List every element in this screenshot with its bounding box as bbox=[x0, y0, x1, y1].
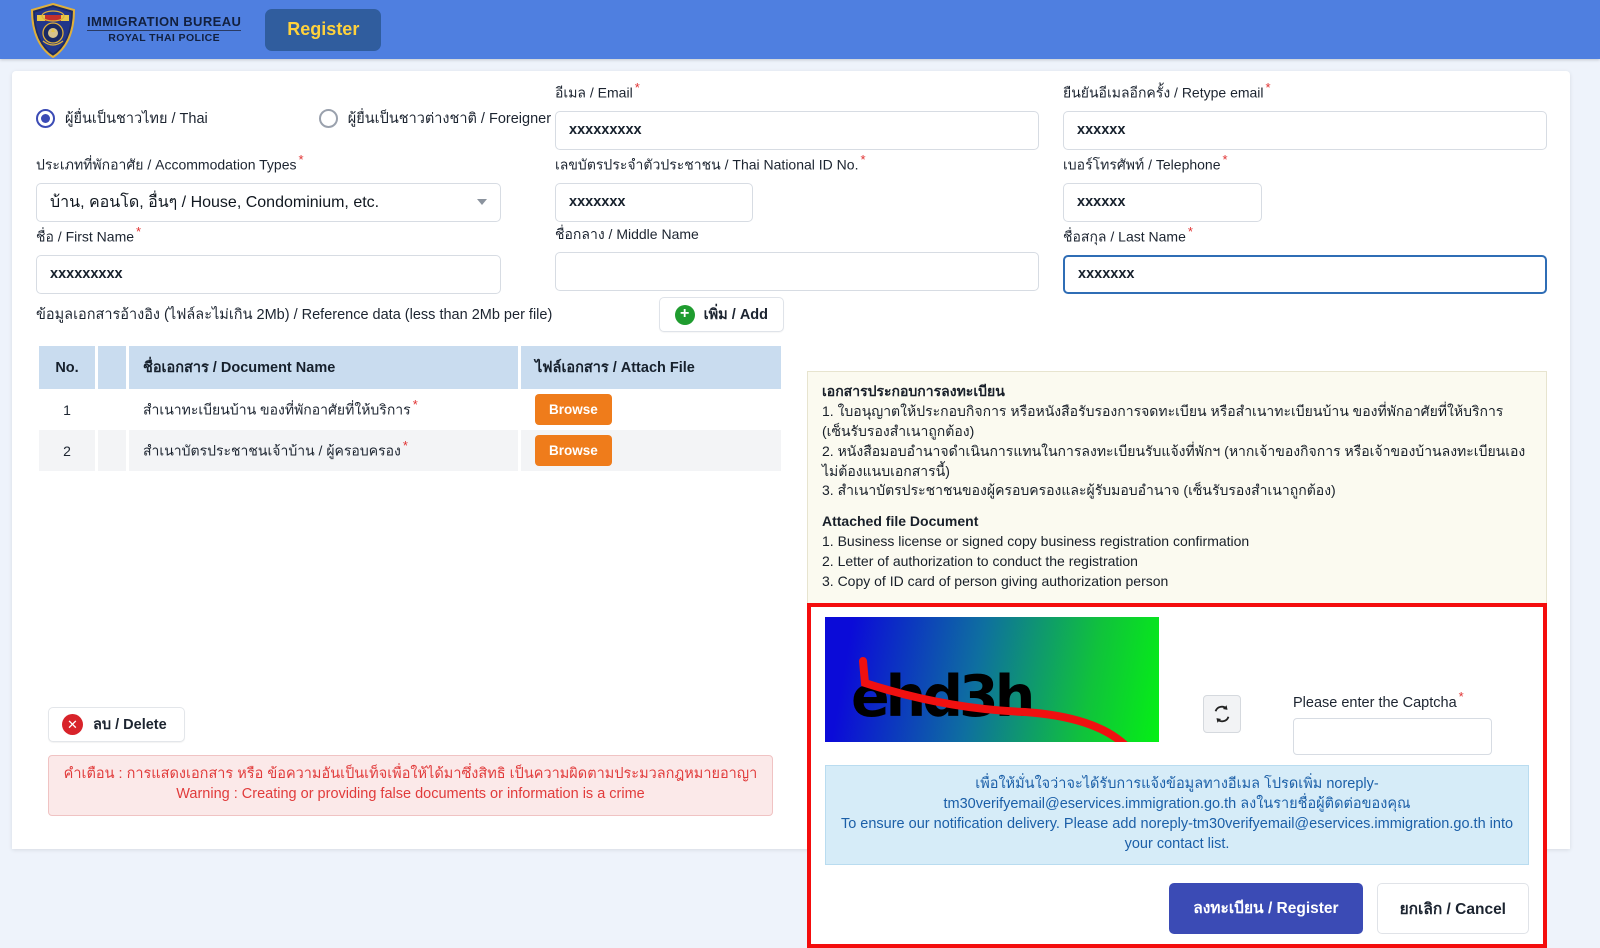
false-document-warning: คำเตือน : การแสดงเอกสาร หรือ ข้อความอันเ… bbox=[48, 755, 773, 817]
delete-button-label: ลบ / Delete bbox=[93, 717, 167, 733]
captcha-row: ehd3h Please enter the Captcha * bbox=[825, 617, 1529, 755]
table-header-row: No. ชื่อเอกสาร / Document Name ไฟล์เอกสา… bbox=[39, 346, 781, 389]
last-name-label: ชื่อสกุล / Last Name * bbox=[1063, 224, 1193, 245]
required-mark: * bbox=[298, 152, 304, 167]
table-row: 1 สำเนาทะเบียนบ้าน ของที่พักอาศัยที่ให้บ… bbox=[39, 389, 781, 430]
row-document-name: สำเนาทะเบียนบ้าน ของที่พักอาศัยที่ให้บริ… bbox=[143, 397, 418, 418]
middle-name-label: ชื่อกลาง / Middle Name bbox=[555, 226, 699, 242]
plus-circle-icon: + bbox=[674, 304, 695, 325]
reference-title: ข้อมูลเอกสารอ้างอิง (ไฟล์ละไม่เกิน 2Mb) … bbox=[36, 307, 553, 323]
col-document-name: ชื่อเอกสาร / Document Name bbox=[129, 346, 518, 389]
applicant-type-group: ผู้ยื่นเป็นชาวไทย / Thai ผู้ยื่นเป็นชาวต… bbox=[36, 95, 556, 130]
row-document-name: สำเนาบัตรประชาชนเจ้าบ้าน / ผู้ครอบครอง * bbox=[129, 430, 518, 471]
first-name-label: ชื่อ / First Name * bbox=[36, 224, 142, 245]
col-no: No. bbox=[39, 346, 95, 389]
info-english-item: 1. Business license or signed copy busin… bbox=[822, 533, 1250, 550]
radio-thai-label: ผู้ยื่นเป็นชาวไทย / Thai bbox=[65, 111, 208, 127]
browse-button[interactable]: Browse bbox=[535, 394, 612, 425]
accommodation-value: บ้าน, คอนโด, อื่นๆ / House, Condominium,… bbox=[50, 193, 380, 211]
cancel-button[interactable]: ยกเลิก / Cancel bbox=[1376, 882, 1529, 934]
retype-email-field[interactable]: xxxxxx bbox=[1063, 110, 1547, 150]
row-spacer bbox=[98, 430, 126, 471]
radio-foreigner[interactable]: ผู้ยื่นเป็นชาวต่างชาติ / Foreigner bbox=[318, 107, 552, 130]
police-crest-icon bbox=[30, 2, 76, 59]
national-id-label: เลขบัตรประจำตัวประชาชน / Thai National I… bbox=[555, 152, 866, 173]
required-mark: * bbox=[412, 397, 418, 413]
add-button-label: เพิ่ม / Add bbox=[703, 307, 768, 323]
table-row: 2 สำเนาบัตรประชาชนเจ้าบ้าน / ผู้ครอบครอง… bbox=[39, 430, 781, 471]
info-thai-item: 1. ใบอนุญาตให้ประกอบกิจการ หรือหนังสือรั… bbox=[822, 402, 1504, 439]
app-header: IMMIGRATION BUREAU ROYAL THAI POLICE Reg… bbox=[0, 0, 1600, 59]
required-mark: * bbox=[1187, 224, 1193, 239]
col-attach-file: ไฟล์เอกสาร / Attach File bbox=[521, 346, 781, 389]
radio-thai-icon bbox=[36, 109, 55, 128]
refresh-captcha-button[interactable] bbox=[1203, 695, 1241, 733]
browse-button[interactable]: Browse bbox=[535, 435, 612, 466]
add-document-button[interactable]: + เพิ่ม / Add bbox=[658, 297, 784, 332]
info-english-item: 2. Letter of authorization to conduct th… bbox=[822, 553, 1138, 569]
brand: IMMIGRATION BUREAU ROYAL THAI POLICE bbox=[30, 1, 242, 59]
form-inner: ผู้ยื่นเป็นชาวไทย / Thai ผู้ยื่นเป็นชาวต… bbox=[36, 80, 1547, 948]
required-mark: * bbox=[1265, 80, 1271, 95]
brand-line-2: ROYAL THAI POLICE bbox=[108, 32, 221, 45]
captcha-input-label: Please enter the Captcha * bbox=[1293, 689, 1464, 711]
middle-name-field[interactable] bbox=[555, 252, 1039, 291]
captcha-input-group: Please enter the Captcha * bbox=[1293, 689, 1492, 755]
x-circle-icon: ✕ bbox=[62, 714, 83, 735]
radio-foreigner-label: ผู้ยื่นเป็นชาวต่างชาติ / Foreigner bbox=[347, 111, 552, 127]
brand-text: IMMIGRATION BUREAU ROYAL THAI POLICE bbox=[87, 14, 242, 45]
row-no: 2 bbox=[39, 430, 95, 471]
radio-foreigner-icon bbox=[318, 109, 338, 128]
captcha-image: ehd3h bbox=[825, 617, 1159, 742]
first-name-field[interactable]: xxxxxxxxx bbox=[36, 254, 501, 294]
email-label: อีเมล / Email * bbox=[555, 80, 640, 101]
col-spacer bbox=[98, 346, 126, 389]
national-id-field[interactable]: xxxxxxx bbox=[555, 182, 753, 222]
row-no: 1 bbox=[63, 401, 71, 418]
info-thai-heading: เอกสารประกอบการลงทะเบียน bbox=[822, 383, 1005, 399]
documents-table: No. ชื่อเอกสาร / Document Name ไฟล์เอกสา… bbox=[36, 346, 784, 471]
captcha-input[interactable] bbox=[1293, 717, 1492, 755]
delete-button[interactable]: ✕ ลบ / Delete bbox=[48, 707, 185, 742]
email-note-english: To ensure our notification delivery. Ple… bbox=[840, 815, 1514, 852]
row-attach-cell: Browse bbox=[521, 430, 781, 471]
required-mark: * bbox=[860, 152, 866, 167]
reference-header: ข้อมูลเอกสารอ้างอิง (ไฟล์ละไม่เกิน 2Mb) … bbox=[36, 297, 784, 332]
row-attach-cell: Browse bbox=[521, 389, 781, 430]
required-mark: * bbox=[1458, 689, 1464, 704]
telephone-label: เบอร์โทรศัพท์ / Telephone * bbox=[1063, 152, 1228, 173]
info-english-item: 3. Copy of ID card of person giving auth… bbox=[822, 572, 1169, 589]
form-card: ผู้ยื่นเป็นชาวไทย / Thai ผู้ยื่นเป็นชาวต… bbox=[12, 71, 1570, 948]
retype-email-label: ยืนยันอีเมลอีกครั้ง / Retype email * bbox=[1063, 80, 1271, 101]
submit-register-button[interactable]: ลงทะเบียน / Register bbox=[1169, 882, 1363, 934]
required-documents-info: เอกสารประกอบการลงทะเบียน 1. ใบอนุญาตให้ป… bbox=[807, 371, 1547, 605]
radio-thai[interactable]: ผู้ยื่นเป็นชาวไทย / Thai bbox=[36, 107, 208, 130]
required-mark: * bbox=[1222, 152, 1228, 167]
last-name-field[interactable]: xxxxxxx bbox=[1063, 254, 1547, 294]
captcha-panel: ehd3h Please enter the Captcha * เพื่อให… bbox=[807, 603, 1547, 948]
register-tab[interactable]: Register bbox=[265, 8, 382, 51]
refresh-icon bbox=[1214, 705, 1230, 723]
accommodation-label: ประเภทที่พักอาศัย / Accommodation Types * bbox=[36, 152, 304, 173]
info-english-heading: Attached file Document bbox=[822, 513, 979, 530]
chevron-down-icon bbox=[477, 199, 487, 206]
info-thai-item: 3. สำเนาบัตรประชาชนของผู้ครอบครองและผู้ร… bbox=[822, 482, 1336, 499]
brand-line-1: IMMIGRATION BUREAU bbox=[87, 14, 242, 32]
info-thai-item: 2. หนังสือมอบอำนาจดำเนินการแทนในการลงทะเ… bbox=[822, 442, 1526, 479]
required-mark: * bbox=[136, 224, 142, 239]
warning-thai: คำเตือน : การแสดงเอกสาร หรือ ข้อความอันเ… bbox=[63, 766, 758, 782]
email-field[interactable]: xxxxxxxxx bbox=[555, 110, 1039, 150]
warning-english: Warning : Creating or providing false do… bbox=[176, 785, 645, 802]
accommodation-select[interactable]: บ้าน, คอนโด, อื่นๆ / House, Condominium,… bbox=[36, 182, 501, 222]
required-mark: * bbox=[402, 438, 408, 454]
telephone-field[interactable]: xxxxxx bbox=[1063, 182, 1262, 222]
required-mark: * bbox=[634, 80, 640, 95]
row-spacer bbox=[98, 389, 126, 430]
email-note-thai: เพื่อให้มั่นใจว่าจะได้รับการแจ้งข้อมูลทา… bbox=[943, 775, 1411, 812]
form-actions: ลงทะเบียน / Register ยกเลิก / Cancel bbox=[825, 882, 1529, 944]
email-whitelist-note: เพื่อให้มั่นใจว่าจะได้รับการแจ้งข้อมูลทา… bbox=[825, 764, 1529, 865]
